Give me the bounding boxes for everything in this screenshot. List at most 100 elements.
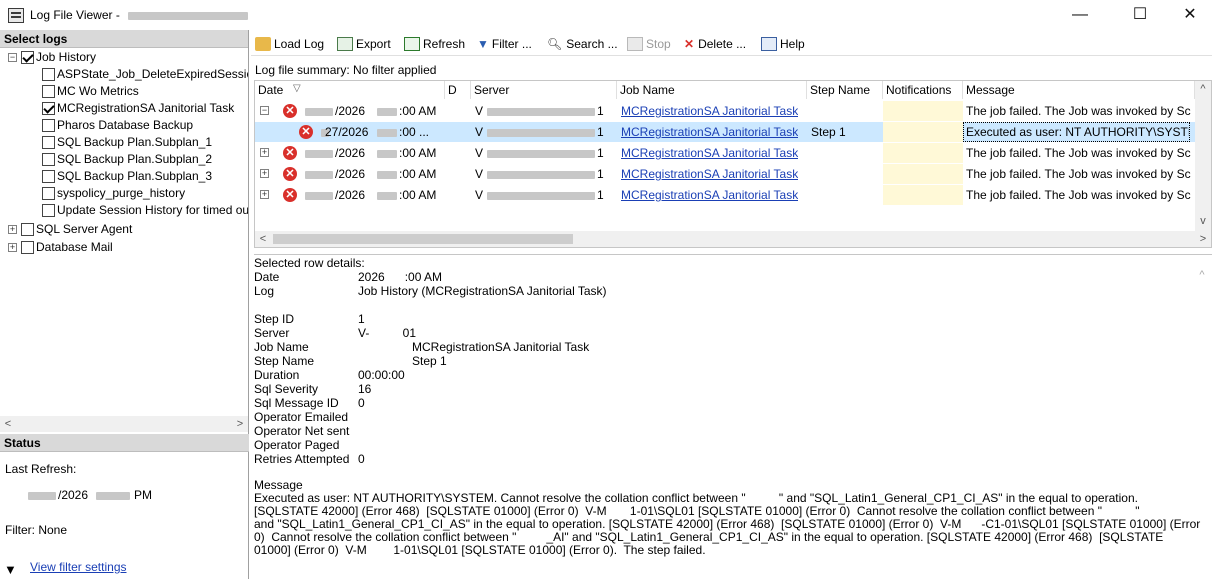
job-name-link[interactable]: MCRegistrationSA Janitorial Task <box>621 104 798 118</box>
table-row[interactable]: + ✕ /2026:00 AM V 1 MCRegistrationSA Janitori… <box>255 185 1195 205</box>
error-icon: ✕ <box>283 188 297 202</box>
help-button[interactable]: Help <box>761 35 805 53</box>
tree-item[interactable]: SQL Backup Plan.Subplan_1 <box>42 135 212 151</box>
row-message: The job failed. The Job was invoked by S… <box>966 167 1191 181</box>
tree-checkbox[interactable] <box>42 187 55 201</box>
table-row[interactable]: ✕ 27/2026:00 ... V 1 MCRegistrationSA Janito… <box>255 122 1195 142</box>
tree-item[interactable]: MCRegistrationSA Janitorial Task <box>42 101 234 117</box>
details-scroll-up-icon[interactable]: ^ <box>1194 267 1210 283</box>
tree-checkbox[interactable] <box>42 204 55 218</box>
tree-item[interactable]: MC Wo Metrics <box>42 84 139 100</box>
row-date: /2026 <box>335 188 366 202</box>
tree-checkbox[interactable] <box>42 153 55 167</box>
row-notifications <box>883 164 963 184</box>
row-notifications <box>883 185 963 205</box>
tree-checkbox[interactable] <box>42 170 55 184</box>
tree-item[interactable]: + SQL Server Agent <box>8 222 132 238</box>
maximize-button[interactable]: ☐ <box>1124 4 1156 26</box>
tree-checkbox[interactable] <box>21 51 34 65</box>
row-message: The job failed. The Job was invoked by S… <box>966 188 1191 202</box>
scroll-down-icon[interactable]: v <box>1195 213 1211 229</box>
export-button[interactable]: Export <box>337 35 391 53</box>
tree-item[interactable]: Pharos Database Backup <box>42 118 193 134</box>
column-header[interactable]: Step Name <box>807 81 883 99</box>
row-server-suffix: 1 <box>597 188 604 202</box>
table-row[interactable]: + ✕ /2026:00 AM V 1 MCRegistrationSA Janitori… <box>255 164 1195 184</box>
log-summary: Log file summary: No filter applied <box>255 63 437 77</box>
tree-item-label: syspolicy_purge_history <box>57 186 186 200</box>
view-filter-settings-link[interactable]: View filter settings <box>30 560 127 574</box>
tree-checkbox[interactable] <box>21 241 34 255</box>
grid-scroll-left-icon[interactable]: < <box>255 231 271 247</box>
row-expander-icon[interactable]: + <box>260 169 269 178</box>
toolbar: Load Log Export Refresh ▼ Filter ... 🔍︎ Se… <box>251 30 1212 56</box>
left-panel: Select logs − Job History ASPState_Job_Del… <box>0 30 249 579</box>
tree-item[interactable]: ASPState_Job_DeleteExpiredSessio <box>42 67 248 83</box>
minimize-button[interactable]: — <box>1064 4 1096 26</box>
column-header[interactable]: Date <box>255 81 445 99</box>
row-expander-icon[interactable]: − <box>260 106 269 115</box>
row-expander-icon[interactable]: + <box>260 148 269 157</box>
tree-item[interactable]: SQL Backup Plan.Subplan_3 <box>42 169 212 185</box>
row-server-suffix: 1 <box>597 104 604 118</box>
tree-checkbox[interactable] <box>42 68 55 82</box>
job-name-link[interactable]: MCRegistrationSA Janitorial Task <box>621 146 798 160</box>
tree-item[interactable]: syspolicy_purge_history <box>42 186 185 202</box>
tree-checkbox[interactable] <box>42 102 55 116</box>
table-row[interactable]: + ✕ /2026:00 AM V 1 MCRegistrationSA Janitori… <box>255 143 1195 163</box>
tree-item[interactable]: + Database Mail <box>8 240 113 256</box>
row-notifications <box>883 143 963 163</box>
filter-button[interactable]: ▼ Filter ... <box>477 35 532 53</box>
refresh-icon <box>404 37 420 51</box>
detail-label: Sql Severity <box>254 382 319 396</box>
scroll-right-icon[interactable]: > <box>232 416 248 432</box>
tree-item[interactable]: Update Session History for timed out <box>42 203 248 219</box>
grid-scroll-right-icon[interactable]: > <box>1195 231 1211 247</box>
row-expander-icon[interactable]: + <box>260 190 269 199</box>
scroll-up-icon[interactable]: ^ <box>1195 81 1211 97</box>
detail-value: 1 <box>358 312 365 326</box>
row-date: /2026 <box>335 146 366 160</box>
tree-item-label: Job History <box>36 50 97 64</box>
job-name-link[interactable]: MCRegistrationSA Janitorial Task <box>621 125 798 139</box>
tree-expander-icon[interactable]: + <box>8 243 17 253</box>
tree-horizontal-scrollbar[interactable]: < > <box>0 416 248 432</box>
tree-checkbox[interactable] <box>21 223 34 237</box>
row-time: :00 ... <box>399 125 430 139</box>
row-step-name: Step 1 <box>811 125 846 139</box>
refresh-button[interactable]: Refresh <box>404 35 465 53</box>
tree-item[interactable]: SQL Backup Plan.Subplan_2 <box>42 152 212 168</box>
tree-item-label: ASPState_Job_DeleteExpiredSessio <box>57 67 248 81</box>
job-name-link[interactable]: MCRegistrationSA Janitorial Task <box>621 188 798 202</box>
tree-expander-icon[interactable]: − <box>8 53 17 63</box>
stop-button[interactable]: Stop <box>627 35 671 53</box>
job-name-link[interactable]: MCRegistrationSA Janitorial Task <box>621 167 798 181</box>
search-button[interactable]: 🔍︎ Search ... <box>547 35 618 53</box>
row-date: 27/2026 <box>325 125 369 139</box>
column-header[interactable]: Message <box>963 81 1195 99</box>
tree-checkbox[interactable] <box>42 136 55 150</box>
tree-checkbox[interactable] <box>42 119 55 133</box>
filter-icon: ▼ <box>477 37 489 51</box>
row-server: V <box>475 188 484 202</box>
column-header[interactable]: D <box>445 81 471 99</box>
row-date: /2026 <box>335 104 366 118</box>
export-icon <box>337 37 353 51</box>
close-button[interactable]: ✕ <box>1174 4 1206 26</box>
scroll-left-icon[interactable]: < <box>0 416 16 432</box>
tree-expander-icon[interactable]: + <box>8 225 17 235</box>
tree-item[interactable]: − Job History <box>8 50 96 66</box>
column-header[interactable]: Server <box>471 81 617 99</box>
table-row[interactable]: − ✕ /2026:00 AM V 1 MCRegistrationSA Janitori… <box>255 101 1195 121</box>
detail-label: Retries Attempted <box>254 452 350 466</box>
column-header[interactable]: Notifications <box>883 81 963 99</box>
tree-checkbox[interactable] <box>42 85 55 99</box>
tree-item-label: SQL Server Agent <box>36 222 133 236</box>
column-header[interactable]: Job Name <box>617 81 807 99</box>
last-refresh-value: /2026 <box>58 488 89 502</box>
grid-scroll-thumb[interactable] <box>273 234 573 244</box>
delete-button[interactable]: ✕ Delete ... <box>684 35 746 53</box>
grid-horizontal-scrollbar[interactable]: < > <box>255 231 1211 247</box>
load-log-button[interactable]: Load Log <box>255 35 324 53</box>
grid-vertical-scrollbar[interactable]: ^ v <box>1195 81 1211 231</box>
